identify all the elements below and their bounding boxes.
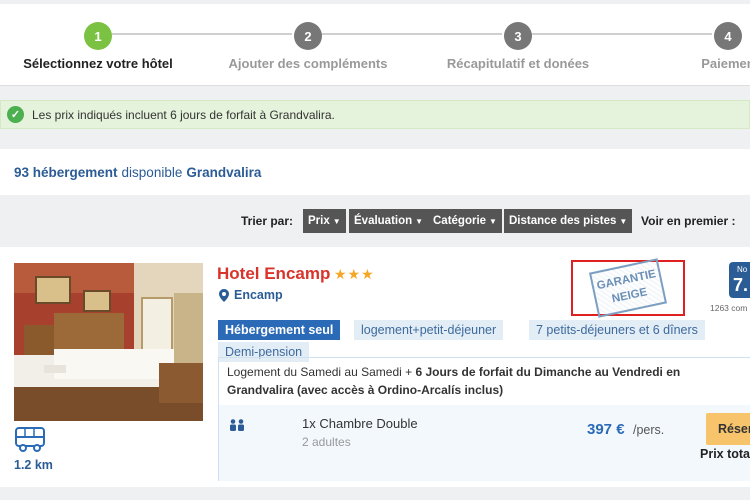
caret-down-icon: ▼ [415,216,424,226]
board-option-breakfast[interactable]: logement+petit-déjeuner [354,320,504,340]
hotel-location[interactable]: Encamp [219,288,283,302]
stepper-connector [322,33,502,35]
step-2-label: Ajouter des compléments [228,56,388,71]
sort-rating-button[interactable]: Évaluation ▼ [349,209,429,233]
step-3-circle: 3 [504,22,532,50]
distance-to-slopes: 1.2 km [14,458,53,472]
board-option-breakfast-dinner[interactable]: 7 petits-déjeuners et 6 dîners [529,320,705,340]
results-place: Grandvalira [186,164,262,180]
package-description: Logement du Samedi au Samedi + 6 Jours d… [227,363,737,399]
map-pin-icon [219,288,229,302]
room-price: 397 € [587,421,625,438]
hotel-name-link[interactable]: Hotel Encamp [217,264,330,284]
step-4-circle: 4 [714,22,742,50]
see-first-label: Voir en premier : [641,214,736,228]
location-label: Encamp [234,288,283,302]
package-description-plain: Logement du Samedi au Samedi + [227,365,416,379]
results-middle-text: disponible [121,164,183,180]
step-3-label: Récapitulatif et donées [446,56,590,71]
check-circle-icon: ✓ [7,106,24,123]
room-row: 1x Chambre Double 2 adultes 397 € /pers.… [219,405,750,481]
hotel-photo[interactable] [14,263,203,421]
room-occupancy: 2 adultes [302,435,351,449]
caret-down-icon: ▼ [332,216,341,226]
step-1-label[interactable]: Sélectionnez votre hôtel [23,56,173,71]
rating-badge[interactable]: No 7. [729,262,750,298]
board-option-room-only[interactable]: Hébergement seul [218,320,341,340]
caret-down-icon: ▼ [619,216,628,226]
caret-down-icon: ▼ [489,216,497,226]
sort-label: Trier par: [241,214,294,228]
sort-price-button[interactable]: Prix ▼ [303,209,346,233]
rating-label: No [737,265,748,274]
info-text: Les prix indiqués incluent 6 jours de fo… [32,107,335,122]
review-count[interactable]: 1263 com [710,303,747,313]
results-count: 93 hébergement [14,164,118,180]
step-1-circle[interactable]: 1 [84,22,112,50]
reserve-button[interactable]: Résen [706,413,750,445]
results-count-bar: 93 hébergement disponible Grandvalira [0,149,750,195]
sort-category-label: Catégorie [433,215,487,227]
price-unit: /pers. [633,423,665,437]
stepper-connector [112,33,292,35]
package-details: Logement du Samedi au Samedi + 6 Jours d… [218,357,750,481]
rating-score: 7. [733,275,749,295]
step-2-circle: 2 [294,22,322,50]
step-4-label: Paiemen [701,56,750,71]
forfait-info-bar: ✓ Les prix indiqués incluent 6 jours de … [0,100,750,129]
garantie-neige-stamp: GARANTIE NEIGE [588,258,668,318]
sort-distance-label: Distance des pistes [509,215,617,227]
room-type: 1x Chambre Double [302,416,418,431]
sort-price-label: Prix [308,215,330,227]
hotel-card: 1.2 km Hotel Encamp ★★★ Encamp GARANTIE … [0,247,750,487]
sort-category-button[interactable]: Catégorie ▼ [428,209,502,233]
sort-rating-label: Évaluation [354,215,413,227]
bus-icon [15,427,45,452]
sort-distance-button[interactable]: Distance des pistes ▼ [504,209,633,233]
booking-stepper: 1 Sélectionnez votre hôtel 2 Ajouter des… [0,4,750,86]
garantie-neige-badge: GARANTIE NEIGE [571,258,685,318]
sort-bar: Trier par: Prix ▼ Évaluation ▼ Catégorie ▼ … [0,209,750,235]
total-price-label: Prix tota [700,447,750,461]
people-icon [230,419,244,431]
star-rating-icon: ★★★ [334,266,375,282]
stepper-connector [532,33,712,35]
